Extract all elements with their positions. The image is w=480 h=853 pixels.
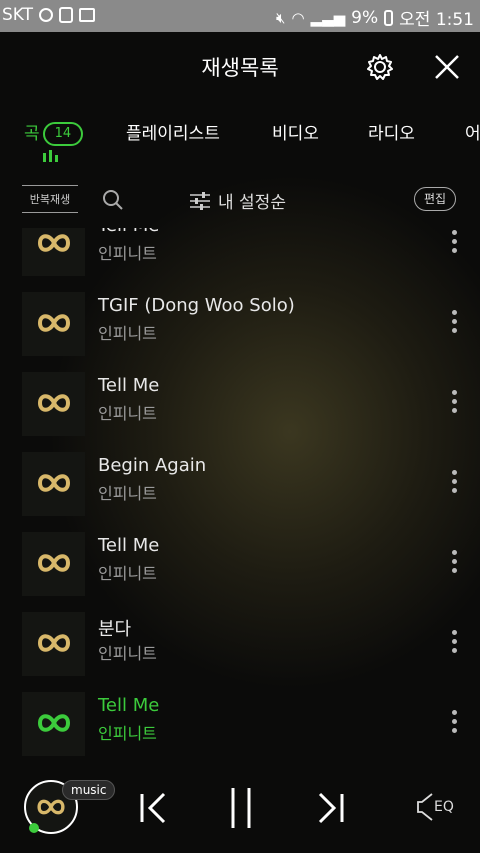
song-title: Tell Me	[98, 695, 160, 716]
album-thumb	[22, 612, 85, 676]
status-bar: SKT 🔇︎ ◠ ▂▃▅ 9% 오전 1:51	[0, 0, 480, 32]
more-options-icon[interactable]	[452, 710, 458, 734]
gear-icon[interactable]	[365, 52, 395, 82]
header: 재생목록	[0, 32, 480, 102]
eq-label: EQ	[434, 799, 454, 815]
tab-radio[interactable]: 라디오	[368, 119, 415, 144]
tab-bar: 곡 14 플레이리스트 비디오 라디오 어	[0, 114, 480, 166]
list-item[interactable]: Tell Me 인피니트	[0, 228, 480, 292]
song-title: 분다	[98, 619, 132, 640]
infinity-logo-icon	[38, 714, 70, 732]
infinity-logo-icon	[37, 799, 65, 815]
speaker-icon	[417, 793, 433, 821]
phone-icon	[59, 7, 74, 23]
mini-player: music EQ	[0, 770, 480, 853]
more-options-icon[interactable]	[452, 550, 458, 574]
clock: 오전 1:51	[399, 10, 474, 30]
list-item[interactable]: Begin Again 인피니트	[0, 452, 480, 532]
list-item[interactable]: Tell Me 인피니트	[0, 532, 480, 612]
infinity-logo-icon	[38, 554, 70, 572]
infinity-logo-icon	[38, 474, 70, 492]
progress-dot	[29, 823, 39, 833]
carrier-label: SKT	[2, 5, 34, 25]
album-thumb	[22, 452, 85, 516]
song-title: Begin Again	[98, 455, 207, 476]
more-options-icon[interactable]	[452, 230, 458, 254]
more-options-icon[interactable]	[452, 390, 458, 414]
album-thumb	[22, 292, 85, 356]
album-thumb	[22, 228, 85, 276]
song-title: Tell Me	[98, 375, 160, 396]
repeat-button[interactable]: 반복재생	[22, 185, 78, 213]
album-thumb	[22, 372, 85, 436]
more-options-icon[interactable]	[452, 470, 458, 494]
song-artist: 인피니트	[98, 324, 157, 343]
list-toolbar: 반복재생 내 설정순 편집	[0, 180, 480, 220]
wifi-icon: ◠	[291, 8, 305, 27]
pause-icon[interactable]	[228, 786, 254, 830]
song-artist: 인피니트	[98, 404, 157, 423]
edit-button[interactable]: 편집	[414, 187, 456, 211]
song-list: Tell Me 인피니트 TGIF (Dong Woo Solo) 인피니트 T…	[0, 228, 480, 770]
battery-percent: 9%	[351, 7, 379, 28]
close-icon[interactable]	[432, 52, 462, 82]
song-title: Tell Me	[98, 535, 160, 556]
sort-button[interactable]: 내 설정순	[190, 188, 286, 213]
page-title: 재생목록	[201, 56, 279, 80]
more-options-icon[interactable]	[452, 310, 458, 334]
tab-more[interactable]: 어	[465, 119, 480, 144]
infinity-logo-icon	[38, 394, 70, 412]
song-artist: 인피니트	[98, 564, 157, 583]
search-icon[interactable]	[102, 189, 124, 211]
mute-icon: 🔇︎	[276, 8, 286, 27]
music-badge: music	[62, 780, 116, 800]
sort-label: 내 설정순	[218, 193, 286, 213]
battery-icon	[384, 9, 394, 26]
tab-songs[interactable]: 곡 14	[24, 119, 84, 146]
list-item-current[interactable]: Tell Me 인피니트	[0, 692, 480, 770]
infinity-logo-icon	[38, 234, 70, 252]
song-title: TGIF (Dong Woo Solo)	[98, 295, 295, 316]
more-options-icon[interactable]	[452, 630, 458, 654]
song-artist: 인피니트	[98, 484, 157, 503]
song-title: Tell Me	[98, 228, 159, 236]
list-item[interactable]: Tell Me 인피니트	[0, 372, 480, 452]
song-artist: 인피니트	[98, 244, 157, 263]
album-thumb	[22, 692, 85, 756]
tab-video[interactable]: 비디오	[272, 119, 319, 144]
sliders-icon	[190, 191, 210, 210]
signal-icon: ▂▃▅	[310, 8, 346, 27]
list-item[interactable]: TGIF (Dong Woo Solo) 인피니트	[0, 292, 480, 372]
list-item[interactable]: 분다 인피니트	[0, 612, 480, 692]
previous-icon[interactable]	[138, 792, 168, 824]
tab-playlist[interactable]: 플레이리스트	[126, 119, 220, 144]
song-count-badge: 14	[42, 122, 84, 146]
album-thumb	[22, 532, 85, 596]
tab-label: 곡	[24, 124, 40, 144]
eq-button[interactable]: EQ	[416, 792, 460, 824]
infinity-logo-icon	[38, 634, 70, 652]
next-icon[interactable]	[316, 792, 346, 824]
equalizer-icon	[43, 150, 59, 162]
infinity-logo-icon	[38, 314, 70, 332]
song-artist: 인피니트	[98, 644, 157, 663]
song-artist: 인피니트	[98, 724, 157, 743]
notification-icon	[39, 8, 54, 22]
image-icon	[79, 8, 96, 22]
